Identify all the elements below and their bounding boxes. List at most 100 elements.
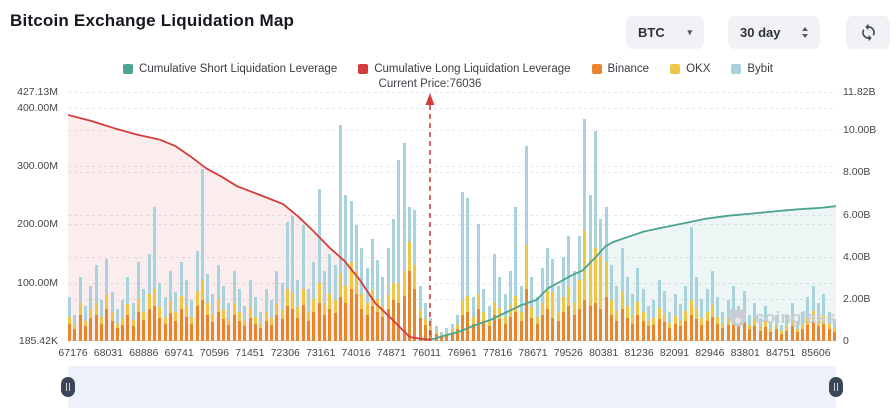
liquidation-bar[interactable] xyxy=(376,260,379,341)
liquidation-bar[interactable] xyxy=(647,306,650,341)
liquidation-bar[interactable] xyxy=(95,265,98,341)
liquidation-bar[interactable] xyxy=(652,300,655,341)
liquidation-bar[interactable] xyxy=(190,300,193,341)
liquidation-bar[interactable] xyxy=(562,257,565,341)
liquidation-bar[interactable] xyxy=(169,271,172,341)
liquidation-bar[interactable] xyxy=(137,262,140,341)
liquidation-bar[interactable] xyxy=(111,292,114,341)
legend-item-cumulative-long-liquidation-leverage[interactable]: Cumulative Long Liquidation Leverage xyxy=(358,63,570,75)
liquidation-bar[interactable] xyxy=(164,297,167,341)
liquidation-bar[interactable] xyxy=(222,286,225,341)
liquidation-bar[interactable] xyxy=(153,207,156,341)
liquidation-bar[interactable] xyxy=(663,291,666,341)
liquidation-bar[interactable] xyxy=(227,303,230,341)
liquidation-bar[interactable] xyxy=(185,280,188,341)
liquidation-bar[interactable] xyxy=(238,289,241,341)
liquidation-bar[interactable] xyxy=(674,294,677,341)
liquidation-bar[interactable] xyxy=(148,254,151,341)
liquidation-bar[interactable] xyxy=(371,239,374,341)
liquidation-bar[interactable] xyxy=(126,277,129,341)
liquidation-bar[interactable] xyxy=(514,207,517,341)
liquidation-bar[interactable] xyxy=(206,274,209,341)
liquidation-bar[interactable] xyxy=(408,207,411,341)
liquidation-bar[interactable] xyxy=(105,259,108,341)
slider-left-handle[interactable] xyxy=(61,377,75,397)
liquidation-bar[interactable] xyxy=(477,224,480,341)
liquidation-bar[interactable] xyxy=(615,286,618,341)
liquidation-bar[interactable] xyxy=(456,315,459,341)
liquidation-bar[interactable] xyxy=(610,265,613,341)
liquidation-bar[interactable] xyxy=(270,300,273,341)
liquidation-bar[interactable] xyxy=(397,160,400,341)
liquidation-bar[interactable] xyxy=(403,143,406,341)
liquidation-bar[interactable] xyxy=(211,294,214,341)
liquidation-bar[interactable] xyxy=(626,277,629,341)
liquidation-bar[interactable] xyxy=(121,300,124,341)
legend-item-okx[interactable]: OKX xyxy=(670,63,710,75)
liquidation-bar[interactable] xyxy=(583,119,586,341)
liquidation-bar[interactable] xyxy=(642,289,645,341)
liquidation-bar[interactable] xyxy=(636,268,639,341)
liquidation-bar[interactable] xyxy=(578,236,581,341)
liquidation-bar[interactable] xyxy=(541,268,544,341)
liquidation-bar[interactable] xyxy=(493,254,496,341)
liquidation-bar[interactable] xyxy=(589,195,592,341)
liquidation-bar[interactable] xyxy=(551,259,554,341)
liquidation-bar[interactable] xyxy=(536,297,539,341)
liquidation-bar[interactable] xyxy=(557,286,560,341)
liquidation-bar[interactable] xyxy=(419,286,422,341)
liquidation-bar[interactable] xyxy=(249,280,252,341)
liquidation-bar[interactable] xyxy=(360,248,363,341)
liquidation-bar[interactable] xyxy=(158,283,161,341)
liquidation-bar[interactable] xyxy=(472,297,475,341)
liquidation-bar[interactable] xyxy=(695,277,698,341)
liquidation-bar[interactable] xyxy=(679,304,682,341)
liquidation-bar[interactable] xyxy=(89,286,92,341)
liquidation-bar[interactable] xyxy=(605,207,608,341)
liquidation-bar[interactable] xyxy=(265,289,268,341)
liquidation-bar[interactable] xyxy=(482,289,485,341)
liquidation-bar[interactable] xyxy=(530,277,533,341)
liquidation-bar[interactable] xyxy=(233,271,236,341)
liquidation-bar[interactable] xyxy=(392,219,395,341)
liquidation-bar[interactable] xyxy=(504,294,507,341)
zoom-range-slider[interactable] xyxy=(68,366,836,408)
symbol-select[interactable]: BTC ▾ xyxy=(626,16,704,49)
liquidation-bar[interactable] xyxy=(275,271,278,341)
liquidation-bar[interactable] xyxy=(84,306,87,341)
period-select[interactable]: 30 day xyxy=(728,16,820,49)
refresh-button[interactable] xyxy=(846,16,890,49)
liquidation-bar[interactable] xyxy=(381,277,384,341)
liquidation-bar[interactable] xyxy=(716,297,719,341)
liquidation-bar[interactable] xyxy=(180,262,183,341)
liquidation-bar[interactable] xyxy=(344,195,347,341)
legend-item-cumulative-short-liquidation-leverage[interactable]: Cumulative Short Liquidation Leverage xyxy=(123,63,337,75)
liquidation-bar[interactable] xyxy=(73,315,76,341)
liquidation-bar[interactable] xyxy=(142,289,145,341)
legend-item-binance[interactable]: Binance xyxy=(592,63,650,75)
liquidation-bar[interactable] xyxy=(328,254,331,341)
liquidation-bar[interactable] xyxy=(413,210,416,341)
liquidation-bar[interactable] xyxy=(307,289,310,341)
liquidation-bar[interactable] xyxy=(334,265,337,341)
liquidation-bar[interactable] xyxy=(509,271,512,341)
bars-layer[interactable] xyxy=(68,92,836,341)
liquidation-bar[interactable] xyxy=(440,332,443,341)
liquidation-bar[interactable] xyxy=(281,283,284,341)
slider-right-handle[interactable] xyxy=(829,377,843,397)
liquidation-bar[interactable] xyxy=(668,312,671,341)
liquidation-bar[interactable] xyxy=(339,125,342,341)
liquidation-bar[interactable] xyxy=(435,326,438,341)
liquidation-bar[interactable] xyxy=(100,300,103,341)
liquidation-bar[interactable] xyxy=(116,309,119,341)
liquidation-bar[interactable] xyxy=(567,236,570,341)
liquidation-bar[interactable] xyxy=(631,294,634,341)
liquidation-bar[interactable] xyxy=(291,216,294,341)
liquidation-bar[interactable] xyxy=(196,251,199,341)
liquidation-bar[interactable] xyxy=(174,292,177,341)
liquidation-bar[interactable] xyxy=(366,268,369,341)
liquidation-bar[interactable] xyxy=(684,286,687,341)
liquidation-bar[interactable] xyxy=(296,280,299,341)
liquidation-bar[interactable] xyxy=(217,265,220,341)
liquidation-bar[interactable] xyxy=(706,289,709,341)
